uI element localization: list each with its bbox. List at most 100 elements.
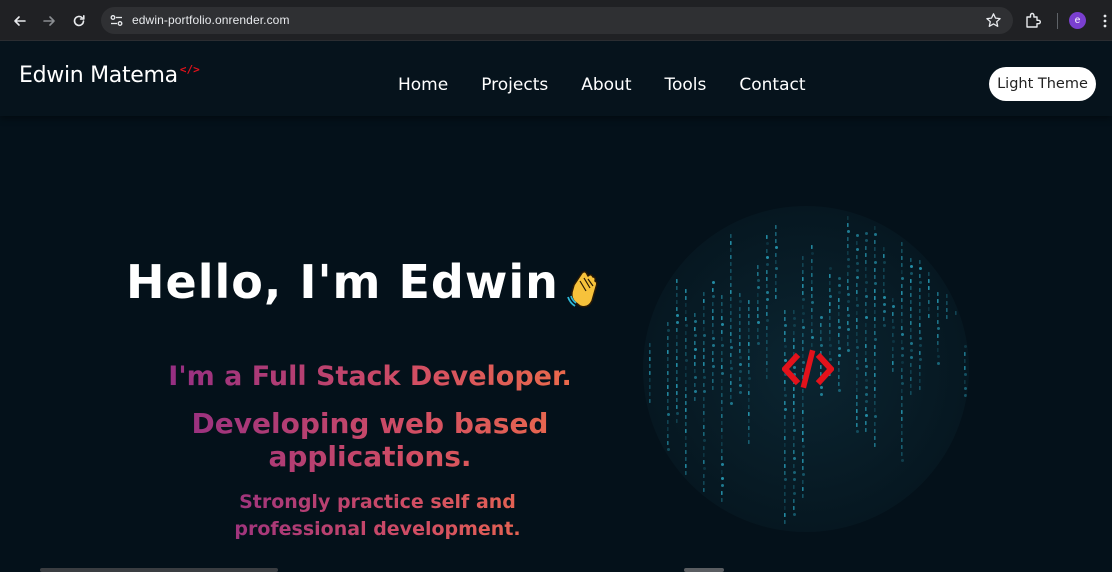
matrix-glyph	[721, 400, 723, 404]
nav-projects[interactable]: Projects	[481, 75, 548, 95]
matrix-glyph	[793, 478, 796, 481]
matrix-glyph	[937, 348, 939, 352]
nav-home[interactable]: Home	[398, 75, 448, 95]
extensions-icon[interactable]	[1024, 11, 1043, 30]
matrix-glyph	[757, 272, 759, 276]
matrix-glyph	[685, 401, 687, 405]
matrix-glyph	[838, 333, 840, 337]
matrix-glyph	[685, 429, 687, 433]
matrix-glyph	[811, 322, 813, 326]
matrix-glyph	[847, 335, 849, 339]
matrix-glyph	[703, 327, 705, 331]
matrix-glyph	[784, 520, 786, 524]
matrix-glyph	[892, 312, 894, 316]
matrix-glyph	[901, 319, 903, 323]
horizontal-scrollbar[interactable]	[40, 568, 278, 572]
matrix-glyph	[784, 401, 786, 405]
matrix-glyph	[685, 359, 688, 362]
matrix-glyph	[739, 356, 742, 359]
light-theme-button[interactable]: Light Theme	[989, 67, 1096, 101]
matrix-glyph	[892, 354, 894, 358]
matrix-glyph	[838, 368, 840, 372]
matrix-glyph	[676, 377, 678, 381]
matrix-glyph	[883, 282, 885, 286]
matrix-glyph	[730, 374, 732, 378]
nav-tools[interactable]: Tools	[665, 75, 707, 95]
matrix-glyph	[829, 330, 831, 334]
matrix-glyph	[928, 286, 930, 290]
nav-about[interactable]: About	[581, 75, 631, 95]
matrix-glyph	[730, 304, 732, 308]
matrix-glyph	[919, 344, 922, 347]
profile-avatar[interactable]: e	[1069, 12, 1086, 29]
matrix-glyph	[649, 399, 651, 403]
matrix-glyph	[910, 349, 913, 352]
matrix-glyph	[865, 337, 867, 341]
matrix-glyph	[748, 412, 750, 416]
matrix-glyph	[721, 316, 723, 320]
matrix-glyph	[730, 402, 733, 405]
matrix-glyph	[883, 261, 886, 264]
matrix-glyph	[811, 301, 814, 304]
star-icon[interactable]	[985, 12, 1002, 29]
matrix-glyph	[667, 371, 669, 375]
matrix-glyph	[793, 499, 795, 503]
matrix-glyph	[703, 292, 705, 296]
matrix-glyph	[964, 359, 966, 363]
matrix-glyph	[766, 263, 769, 266]
matrix-glyph	[901, 375, 903, 379]
matrix-glyph	[757, 321, 760, 324]
matrix-glyph	[775, 281, 777, 285]
matrix-glyph	[856, 360, 858, 364]
matrix-glyph	[883, 289, 885, 293]
hero-description: Developing web based applications.	[140, 407, 600, 473]
matrix-glyph	[892, 347, 894, 351]
reload-button[interactable]	[67, 9, 91, 33]
url-text[interactable]: edwin-portfolio.onrender.com	[132, 13, 290, 27]
matrix-glyph	[838, 361, 840, 365]
matrix-glyph	[775, 260, 777, 264]
matrix-glyph	[901, 270, 903, 274]
matrix-glyph	[856, 283, 858, 287]
matrix-glyph	[865, 351, 867, 355]
matrix-glyph	[739, 391, 742, 394]
back-button[interactable]	[8, 9, 32, 33]
scrollbar-thumb[interactable]	[684, 568, 724, 572]
forward-button[interactable]	[37, 9, 61, 33]
matrix-glyph	[847, 321, 849, 325]
matrix-glyph	[667, 441, 669, 445]
matrix-glyph	[811, 252, 814, 255]
matrix-glyph	[793, 485, 795, 489]
code-icon	[782, 349, 834, 389]
matrix-glyph	[685, 408, 687, 412]
matrix-glyph	[847, 314, 850, 317]
address-bar[interactable]: edwin-portfolio.onrender.com	[101, 7, 1013, 34]
matrix-glyph	[955, 311, 957, 315]
matrix-glyph	[802, 277, 804, 281]
matrix-glyph	[847, 223, 849, 227]
matrix-glyph	[937, 362, 940, 365]
matrix-glyph	[721, 372, 724, 375]
matrix-glyph	[685, 450, 687, 454]
nav-contact[interactable]: Contact	[739, 75, 805, 95]
matrix-glyph	[649, 371, 651, 375]
matrix-glyph	[748, 349, 750, 353]
matrix-glyph	[703, 481, 705, 485]
matrix-glyph	[910, 384, 912, 388]
site-logo[interactable]: Edwin Matema </>	[19, 63, 200, 88]
matrix-glyph	[901, 452, 903, 456]
matrix-glyph	[739, 314, 741, 318]
matrix-glyph	[847, 237, 849, 241]
matrix-glyph	[874, 359, 876, 363]
matrix-glyph	[964, 352, 966, 356]
matrix-glyph	[730, 248, 732, 252]
site-info-icon[interactable]	[109, 13, 124, 28]
matrix-glyph	[865, 232, 868, 235]
matrix-glyph	[784, 499, 786, 503]
matrix-glyph	[892, 361, 894, 365]
matrix-glyph	[883, 268, 885, 272]
matrix-glyph	[721, 358, 723, 362]
menu-icon[interactable]	[1100, 12, 1110, 30]
matrix-glyph	[685, 303, 687, 307]
matrix-glyph	[874, 282, 877, 285]
